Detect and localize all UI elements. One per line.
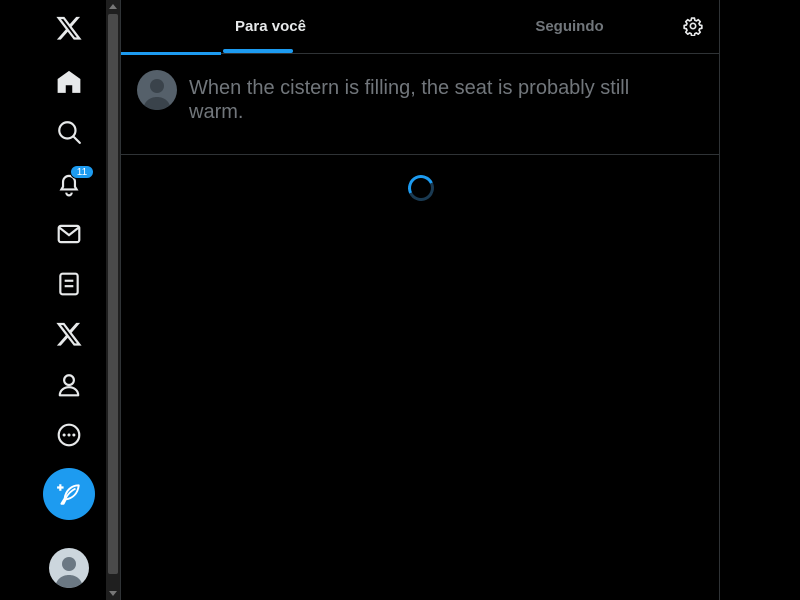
person-icon bbox=[58, 374, 80, 397]
compose-post-button[interactable] bbox=[43, 468, 95, 520]
timeline-column: Para você Seguindo When the cistern is f… bbox=[120, 0, 720, 600]
scroll-down-arrow[interactable] bbox=[109, 591, 117, 596]
feather-plus-icon bbox=[57, 484, 80, 505]
list-icon bbox=[59, 272, 79, 296]
default-avatar-icon bbox=[137, 70, 177, 110]
loading-spinner bbox=[404, 171, 438, 205]
nav-profile[interactable] bbox=[44, 360, 94, 410]
timeline-settings-button[interactable] bbox=[681, 14, 705, 38]
search-icon bbox=[58, 121, 81, 144]
nav-messages[interactable] bbox=[44, 209, 94, 259]
nav-home[interactable] bbox=[44, 57, 94, 107]
default-avatar-icon bbox=[49, 548, 89, 588]
more-circle-icon bbox=[57, 423, 81, 447]
nav-premium[interactable] bbox=[44, 309, 94, 359]
primary-nav: 11 bbox=[0, 0, 106, 600]
mail-icon bbox=[57, 224, 81, 244]
nav-lists[interactable] bbox=[44, 259, 94, 309]
home-icon bbox=[57, 70, 81, 93]
nav-scrollbar[interactable] bbox=[106, 0, 120, 600]
account-avatar[interactable] bbox=[49, 548, 89, 588]
tab-for-you[interactable]: Para você bbox=[121, 0, 420, 53]
active-tab-indicator bbox=[223, 49, 293, 53]
right-empty-area bbox=[720, 0, 800, 600]
tab-for-you-label: Para você bbox=[235, 18, 306, 35]
notification-count-badge: 11 bbox=[70, 165, 94, 179]
composer-input[interactable]: When the cistern is filling, the seat is… bbox=[189, 76, 689, 124]
scrollbar-thumb[interactable] bbox=[108, 14, 118, 574]
x-logo-icon bbox=[56, 16, 82, 40]
x-icon bbox=[56, 322, 82, 346]
nav-explore[interactable] bbox=[44, 107, 94, 157]
x-logo-link[interactable] bbox=[44, 3, 94, 53]
gear-icon bbox=[683, 17, 703, 36]
tab-following[interactable]: Seguindo bbox=[420, 0, 719, 53]
post-composer: When the cistern is filling, the seat is… bbox=[121, 54, 719, 155]
nav-notifications[interactable]: 11 bbox=[44, 159, 94, 209]
composer-avatar[interactable] bbox=[137, 70, 177, 110]
tab-following-label: Seguindo bbox=[535, 18, 604, 35]
nav-more[interactable] bbox=[44, 410, 94, 460]
timeline-tabs: Para você Seguindo bbox=[121, 0, 719, 55]
scroll-up-arrow[interactable] bbox=[109, 4, 117, 9]
